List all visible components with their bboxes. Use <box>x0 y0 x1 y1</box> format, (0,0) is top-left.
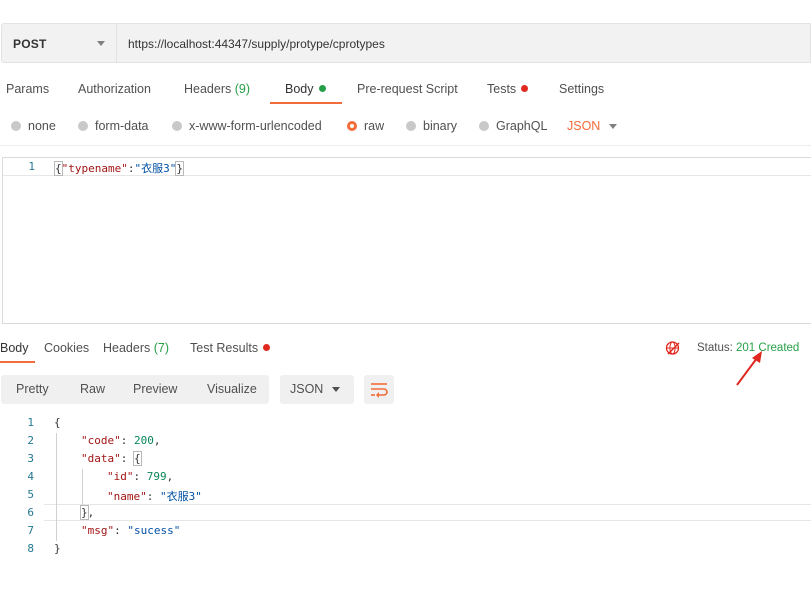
view-visualize[interactable]: Visualize <box>207 382 257 396</box>
chevron-down-icon <box>332 387 340 392</box>
active-tab-underline <box>270 102 342 104</box>
wrap-lines-button[interactable] <box>364 375 394 404</box>
status-label: Status: <box>697 342 733 354</box>
radio-raw-label: raw <box>364 119 385 133</box>
tab-tests-label: Tests <box>487 82 517 96</box>
radio-form-data-circle <box>78 121 88 131</box>
radio-urlencoded-label: x-www-form-urlencoded <box>189 119 322 133</box>
indent-guide <box>56 433 57 541</box>
radio-form-data-label: form-data <box>95 119 149 133</box>
radio-none[interactable]: none <box>11 119 56 133</box>
response-line: "data": { <box>81 451 142 466</box>
tab-authorization[interactable]: Authorization <box>78 82 151 96</box>
line-number: 8 <box>27 542 34 555</box>
radio-none-circle <box>11 121 21 131</box>
radio-raw-circle <box>347 121 357 131</box>
line-number: 5 <box>27 488 34 501</box>
response-headers-count: (7) <box>153 341 170 355</box>
test-results-indicator-dot <box>263 344 271 351</box>
response-tab-test-results[interactable]: Test Results <box>190 341 271 355</box>
response-line: "code": 200, <box>81 434 161 447</box>
radio-binary-label: binary <box>423 119 458 133</box>
response-tab-headers[interactable]: Headers (7) <box>103 341 169 355</box>
method-select[interactable]: POST <box>1 23 116 63</box>
line-number: 1 <box>28 160 35 173</box>
response-line: "id": 799, <box>107 470 174 483</box>
request-body-editor[interactable] <box>2 157 811 324</box>
view-raw[interactable]: Raw <box>80 382 105 396</box>
response-format-label: JSON <box>290 382 324 396</box>
tab-body[interactable]: Body <box>285 82 326 96</box>
response-line: } <box>54 542 61 555</box>
current-line-highlight <box>44 504 811 521</box>
body-indicator-dot <box>318 85 326 92</box>
red-arrow-annotation <box>736 351 762 386</box>
method-label: POST <box>13 37 47 51</box>
radio-binary-circle <box>406 121 416 131</box>
url-text: https://localhost:44347/supply/protype/c… <box>128 37 385 51</box>
radio-none-label: none <box>28 119 56 133</box>
response-line: "msg": "sucess" <box>81 524 181 537</box>
radio-form-data[interactable]: form-data <box>78 119 149 133</box>
url-input[interactable]: https://localhost:44347/supply/protype/c… <box>116 23 811 63</box>
editor-line-1[interactable]: {"typename":"衣服3"} <box>54 160 184 176</box>
divider <box>0 145 811 146</box>
globe-error-icon[interactable] <box>665 340 681 356</box>
response-tab-cookies[interactable]: Cookies <box>44 341 89 355</box>
tab-headers[interactable]: Headers (9) <box>184 82 250 96</box>
response-tab-test-results-label: Test Results <box>190 341 259 355</box>
wrap-lines-icon <box>371 383 388 398</box>
radio-graphql-label: GraphQL <box>496 119 548 133</box>
tab-prerequest-script[interactable]: Pre-request Script <box>357 82 458 96</box>
line-number: 4 <box>27 470 34 483</box>
response-tab-headers-label: Headers <box>103 341 151 355</box>
tests-indicator-dot <box>521 85 529 92</box>
line-number: 1 <box>27 416 34 429</box>
radio-graphql[interactable]: GraphQL <box>479 119 547 133</box>
indent-guide <box>82 469 83 505</box>
tab-tests[interactable]: Tests <box>487 82 529 96</box>
line-number: 6 <box>27 506 34 519</box>
view-preview[interactable]: Preview <box>133 382 177 396</box>
line-number: 7 <box>27 524 34 537</box>
tab-headers-label: Headers <box>184 82 232 96</box>
tab-settings[interactable]: Settings <box>559 82 604 96</box>
radio-graphql-circle <box>479 121 489 131</box>
response-line: "name": "衣服3" <box>107 490 202 503</box>
radio-urlencoded-circle <box>172 121 182 131</box>
chevron-down-icon <box>97 41 105 46</box>
chevron-down-icon[interactable] <box>609 124 617 129</box>
tab-headers-count: (9) <box>234 82 251 96</box>
response-line: { <box>54 416 61 429</box>
line-number: 2 <box>27 434 34 447</box>
radio-urlencoded[interactable]: x-www-form-urlencoded <box>172 119 322 133</box>
radio-raw[interactable]: raw <box>347 119 384 133</box>
response-tab-body[interactable]: Body <box>0 341 29 355</box>
body-format-select[interactable]: JSON <box>567 119 600 133</box>
body-value: "衣服3" <box>134 162 177 175</box>
active-response-tab-underline <box>0 361 35 363</box>
radio-binary[interactable]: binary <box>406 119 457 133</box>
body-key: "typename" <box>61 162 128 175</box>
response-line: }, <box>80 505 95 520</box>
tab-body-label: Body <box>285 82 314 96</box>
tab-params[interactable]: Params <box>6 82 49 96</box>
view-pretty[interactable]: Pretty <box>16 382 49 396</box>
line-number: 3 <box>27 452 34 465</box>
